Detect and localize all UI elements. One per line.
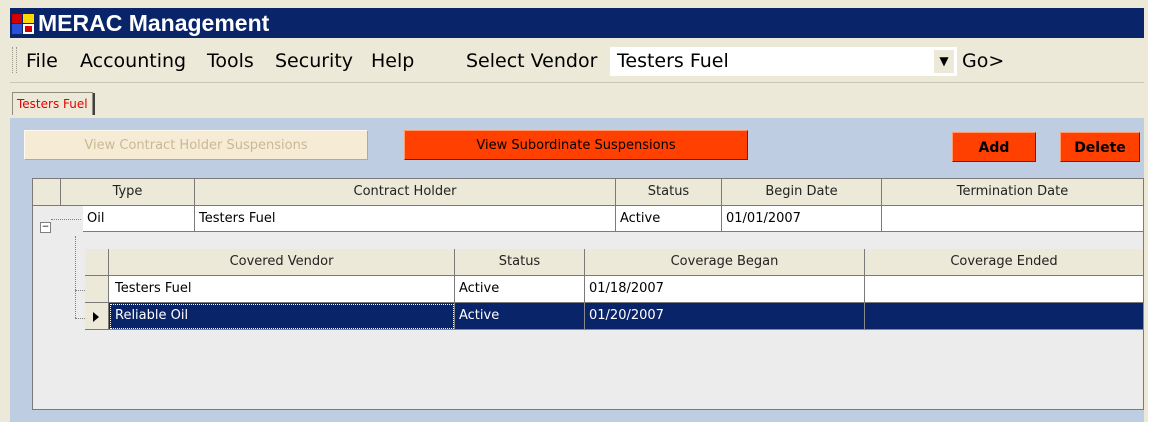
col-header-contract-holder[interactable]: Contract Holder [195, 179, 616, 206]
tree-line [51, 219, 81, 220]
cell-begin-date[interactable]: 01/01/2007 [722, 206, 882, 232]
cell-termination-date[interactable] [882, 206, 1144, 232]
col-header-type[interactable]: Type [61, 179, 195, 206]
cell-coverage-began[interactable]: 01/20/2007 [585, 303, 865, 330]
menu-security[interactable]: Security [275, 49, 353, 73]
subgrid-header-corner [85, 249, 109, 276]
vendor-select-value: Testers Fuel [617, 50, 729, 72]
cell-status[interactable]: Active [616, 206, 722, 232]
menu-help[interactable]: Help [371, 49, 414, 73]
col-header-begin-date[interactable]: Begin Date [722, 179, 882, 206]
cell-coverage-ended[interactable] [865, 303, 1144, 330]
toolbar-grip[interactable] [12, 47, 17, 73]
add-button[interactable]: Add [952, 132, 1036, 162]
menu-accounting[interactable]: Accounting [80, 49, 186, 73]
col-header-status[interactable]: Status [616, 179, 722, 206]
cell-sub-status[interactable]: Active [455, 303, 585, 330]
cell-type[interactable]: Oil [83, 206, 195, 232]
col-header-coverage-ended[interactable]: Coverage Ended [865, 249, 1144, 276]
grid-header-corner [33, 179, 61, 206]
current-row-arrow-icon [93, 312, 99, 322]
chevron-down-icon[interactable]: ▼ [934, 50, 954, 73]
menu-file[interactable]: File [26, 49, 58, 73]
menu-bar: File Accounting Tools Security Help Sele… [10, 40, 1144, 83]
vendor-select[interactable]: Testers Fuel ▼ [610, 47, 957, 76]
tab-testers-fuel[interactable]: Testers Fuel [12, 92, 95, 115]
select-vendor-label: Select Vendor [466, 50, 598, 72]
tree-line [75, 236, 76, 318]
document-tabs: Testers Fuel [10, 84, 1144, 118]
content-panel: View Contract Holder Suspensions View Su… [10, 118, 1144, 422]
cell-covered-vendor[interactable]: Testers Fuel [109, 276, 455, 303]
collapse-icon[interactable]: − [40, 222, 51, 233]
delete-button[interactable]: Delete [1060, 132, 1140, 162]
cell-covered-vendor[interactable]: Reliable Oil [109, 303, 455, 330]
row-selector[interactable] [85, 303, 109, 330]
app-icon [12, 14, 34, 34]
suspensions-grid[interactable]: Type Contract Holder Status Begin Date T… [32, 178, 1144, 410]
tree-line [75, 318, 85, 319]
go-button[interactable]: Go> [962, 49, 1004, 73]
window-title: MERAC Management [38, 10, 270, 36]
tab-label: Testers Fuel [17, 97, 88, 111]
row-selector[interactable] [85, 276, 109, 303]
tree-line [75, 290, 85, 291]
col-header-sub-status[interactable]: Status [455, 249, 585, 276]
view-contract-holder-suspensions-button[interactable]: View Contract Holder Suspensions [24, 130, 368, 160]
cell-contract-holder[interactable]: Testers Fuel [195, 206, 616, 232]
col-header-coverage-began[interactable]: Coverage Began [585, 249, 865, 276]
col-header-covered-vendor[interactable]: Covered Vendor [109, 249, 455, 276]
cell-coverage-began[interactable]: 01/18/2007 [585, 276, 865, 303]
main-window: MERAC Management File Accounting Tools S… [0, 0, 1148, 422]
col-header-termination-date[interactable]: Termination Date [882, 179, 1144, 206]
cell-coverage-ended[interactable] [865, 276, 1144, 303]
title-bar: MERAC Management [10, 8, 1144, 38]
view-subordinate-suspensions-button[interactable]: View Subordinate Suspensions [404, 130, 748, 160]
cell-sub-status[interactable]: Active [455, 276, 585, 303]
menu-tools[interactable]: Tools [207, 49, 254, 73]
